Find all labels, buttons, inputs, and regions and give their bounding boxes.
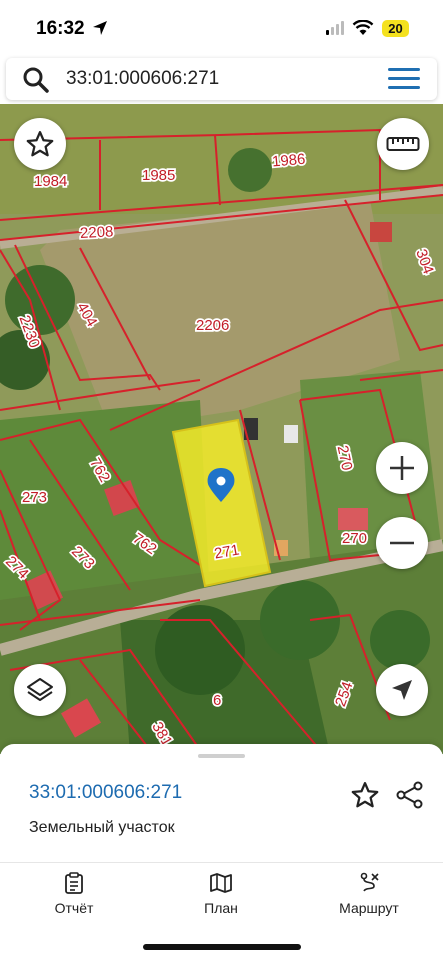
sheet-drag-handle[interactable] [198,754,245,758]
status-bar: 16:32 20 [0,0,443,58]
ruler-button[interactable] [377,118,429,170]
search-icon[interactable] [22,66,50,94]
my-location-button[interactable] [376,664,428,716]
battery-indicator: 20 [382,20,409,37]
parcel-label: 273 [22,489,47,506]
parcel-label: 270 [342,530,367,547]
layers-button[interactable] [14,664,66,716]
favorite-button[interactable] [14,118,66,170]
navigation-arrow-icon [392,680,412,700]
parcel-label: 2208 [80,223,114,242]
parcel-label: 1986 [271,151,306,171]
tab-report-label: Отчёт [54,900,94,916]
bottom-sheet[interactable]: 33:01:000606:271 Земельный участок Отчёт… [0,744,443,960]
zoom-out-button[interactable] [376,517,428,569]
parcel-label: 2206 [196,317,229,334]
favorite-star-icon[interactable] [350,780,380,810]
map-icon [210,873,232,893]
star-icon [26,131,54,157]
map-view[interactable]: 1984 1985 1986 2208 304 2230 404 2206 76… [0,104,443,754]
parcel-type: Земельный участок [29,819,175,836]
route-icon [360,872,379,892]
hamburger-menu-icon[interactable] [388,68,420,90]
tab-plan-label: План [204,900,238,916]
share-icon[interactable] [395,780,425,810]
status-time: 16:32 [36,18,85,39]
parcel-label: 6 [213,692,221,709]
parcel-label: 1985 [142,167,175,184]
wifi-icon [352,20,374,35]
plus-icon [390,456,414,480]
zoom-in-button[interactable] [376,442,428,494]
tab-route[interactable]: Маршрут [314,872,424,916]
divider [0,862,443,863]
search-bar[interactable]: 33:01:000606:271 [6,58,437,100]
minus-icon [390,541,414,545]
cellular-signal-icon [326,21,344,35]
report-icon [65,872,83,894]
ruler-icon [386,137,420,151]
home-indicator [143,944,301,950]
parcel-label: 1984 [34,173,67,190]
tab-route-label: Маршрут [339,900,399,916]
location-arrow-icon [93,21,107,35]
cadastral-number: 33:01:000606:271 [29,782,183,803]
layers-icon [27,678,53,701]
tab-plan[interactable]: План [166,872,276,916]
search-query[interactable]: 33:01:000606:271 [66,68,219,90]
satellite-map[interactable]: 1984 1985 1986 2208 304 2230 404 2206 76… [0,104,443,754]
tab-report[interactable]: Отчёт [19,872,129,916]
